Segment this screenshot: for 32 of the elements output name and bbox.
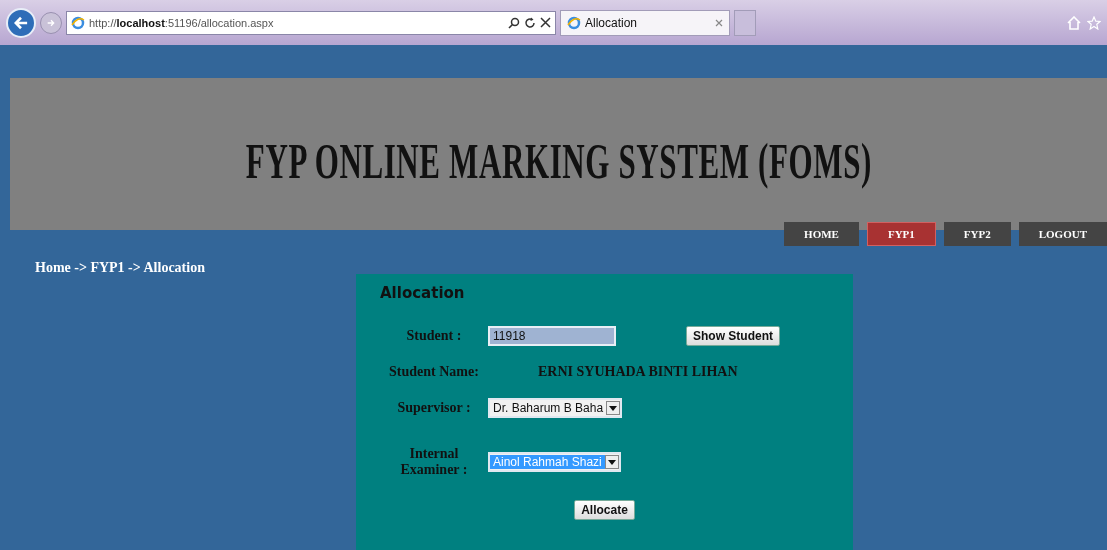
back-button[interactable] [6,7,36,38]
search-icon[interactable] [508,16,520,29]
field-label: Student Name: [388,364,480,380]
browser-logo-icon [71,15,85,30]
field-label: Supervisor : [396,400,472,416]
star-icon[interactable] [1087,15,1101,30]
refresh-icon[interactable] [524,16,536,29]
browser-logo-icon [567,15,581,30]
nav-tab[interactable]: FYP1 [866,222,936,246]
allocate-button[interactable]: Allocate [574,500,635,520]
nav-tab[interactable]: HOME [784,222,859,246]
dropdown[interactable]: Dr. Baharum B Baha [488,398,623,418]
forward-arrow-icon [47,17,55,28]
nav-tab[interactable]: FYP2 [943,222,1011,246]
caret-icon [609,405,618,411]
address-field[interactable]: http://localhost:51196/allocation.aspx [66,10,556,35]
show-student-button[interactable]: Show Student [686,326,780,346]
nav-tab[interactable]: LOGOUT [1018,222,1107,246]
field-label: Student : [405,328,463,344]
field-label: Internal Examiner : [399,446,469,478]
site-title: FYP ONLINE MARKING SYSTEM (FOMS) [245,132,872,190]
breadcrumb: Home -> FYP1 -> Allocation [35,260,206,277]
forward-button[interactable] [40,11,62,34]
caret-icon [607,459,616,465]
student-field[interactable]: 11918 [488,326,616,346]
new-tab-button[interactable] [734,9,756,36]
browser-tab[interactable]: Allocation [560,9,730,36]
back-arrow-icon [14,15,28,30]
student-name: ERNI SYUHADA BINTI LIHAN [538,364,738,380]
panel-title: Allocation [380,284,466,302]
home-icon[interactable] [1067,15,1081,30]
close-icon[interactable] [540,17,551,28]
